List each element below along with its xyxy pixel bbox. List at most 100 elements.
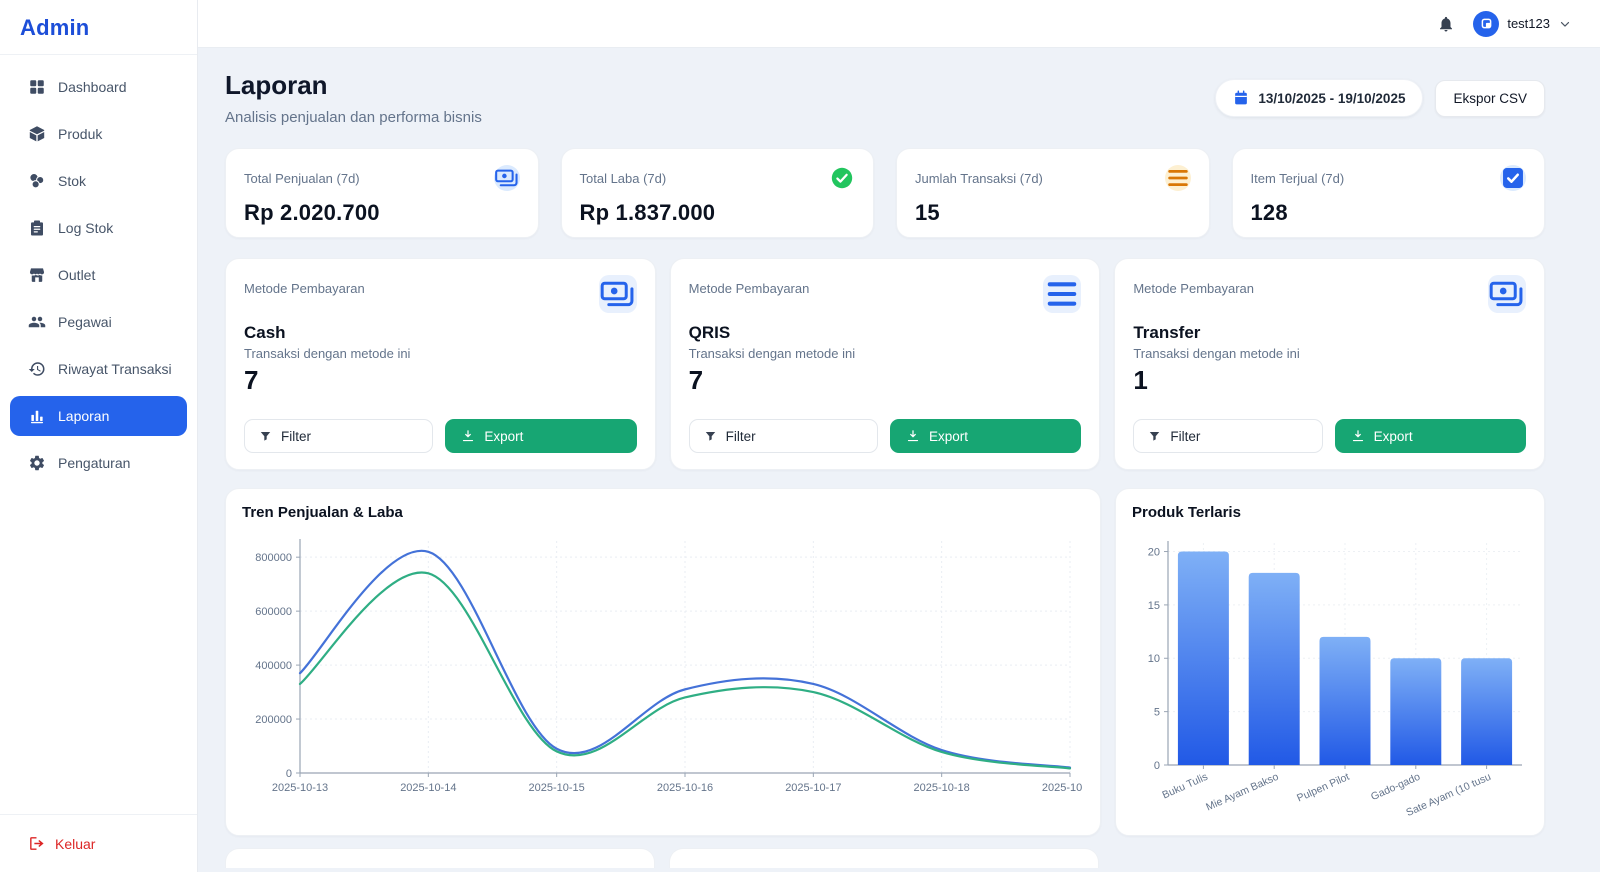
sidebar-nav: Dashboard Produk Stok Log Stok Outlet Pe… <box>0 55 197 814</box>
stat-card-total-laba: Total Laba (7d) Rp 1.837.000 <box>561 148 875 238</box>
top-products-bar-chart: 05101520Buku TulisMie Ayam BaksoPulpen P… <box>1132 529 1530 829</box>
download-icon <box>1351 429 1365 443</box>
charts-row: Tren Penjualan & Laba 020000040000060000… <box>225 488 1545 836</box>
stat-value: 15 <box>915 200 1191 226</box>
payment-method-name: QRIS <box>689 323 1082 343</box>
sidebar-item-log-stok[interactable]: Log Stok <box>10 208 187 248</box>
stat-value: Rp 1.837.000 <box>580 200 856 226</box>
export-label: Export <box>1374 429 1413 444</box>
notifications-bell-icon[interactable] <box>1437 15 1455 33</box>
partial-card <box>225 848 655 868</box>
stat-card-jumlah-transaksi: Jumlah Transaksi (7d) 15 <box>896 148 1210 238</box>
list-icon <box>1165 165 1191 191</box>
sidebar-item-pegawai[interactable]: Pegawai <box>10 302 187 342</box>
gear-icon <box>28 454 46 472</box>
payment-method-count: 7 <box>244 365 637 396</box>
payment-method-name: Transfer <box>1133 323 1526 343</box>
banknote-icon <box>494 165 520 191</box>
date-range-label: 13/10/2025 - 19/10/2025 <box>1258 91 1405 106</box>
export-label: Export <box>484 429 523 444</box>
filter-button[interactable]: Filter <box>689 419 878 453</box>
svg-text:Gado-gado: Gado-gado <box>1369 771 1422 803</box>
payment-card-label: Metode Pembayaran <box>1133 275 1254 296</box>
user-menu[interactable]: test123 <box>1473 11 1572 37</box>
payment-card-label: Metode Pembayaran <box>244 275 365 296</box>
chevron-down-icon <box>1558 17 1572 31</box>
store-icon <box>28 266 46 284</box>
stat-value: Rp 2.020.700 <box>244 200 520 226</box>
sidebar-item-label: Produk <box>58 126 102 142</box>
svg-text:200000: 200000 <box>255 714 292 726</box>
topbar: test123 <box>198 0 1600 48</box>
stat-value: 128 <box>1251 200 1527 226</box>
payment-card-qris: Metode Pembayaran QRIS Transaksi dengan … <box>670 258 1101 470</box>
svg-text:Buku Tulis: Buku Tulis <box>1160 771 1209 802</box>
funnel-icon <box>1148 430 1161 443</box>
clipboard-icon <box>28 219 46 237</box>
payment-card-cash: Metode Pembayaran Cash Transaksi dengan … <box>225 258 656 470</box>
sidebar-item-label: Stok <box>58 173 86 189</box>
partial-card <box>669 848 1099 868</box>
filter-label: Filter <box>281 429 311 444</box>
logout-button[interactable]: Keluar <box>10 829 187 858</box>
sidebar-item-label: Outlet <box>58 267 95 283</box>
payment-method-count: 7 <box>689 365 1082 396</box>
sidebar-item-dashboard[interactable]: Dashboard <box>10 67 187 107</box>
svg-text:Pulpen Pilot: Pulpen Pilot <box>1295 771 1351 805</box>
sidebar-item-label: Dashboard <box>58 79 127 95</box>
svg-text:2025-10-19: 2025-10-19 <box>1042 782 1082 794</box>
funnel-icon <box>704 430 717 443</box>
filter-button[interactable]: Filter <box>244 419 433 453</box>
page-title: Laporan <box>225 70 482 101</box>
export-button[interactable]: Export <box>890 419 1081 453</box>
svg-text:20: 20 <box>1148 546 1160 558</box>
svg-text:2025-10-16: 2025-10-16 <box>657 782 713 794</box>
stat-label: Jumlah Transaksi (7d) <box>915 171 1043 186</box>
sidebar-item-outlet[interactable]: Outlet <box>10 255 187 295</box>
export-button[interactable]: Export <box>1335 419 1526 453</box>
svg-text:400000: 400000 <box>255 660 292 672</box>
funnel-icon <box>259 430 272 443</box>
content: Laporan Analisis penjualan dan performa … <box>198 48 1600 872</box>
sidebar-item-label: Laporan <box>58 408 109 424</box>
sidebar-item-pengaturan[interactable]: Pengaturan <box>10 443 187 483</box>
stat-label: Total Laba (7d) <box>580 171 667 186</box>
list-icon <box>1043 275 1081 313</box>
sidebar-item-produk[interactable]: Produk <box>10 114 187 154</box>
check-circle-icon <box>829 165 855 191</box>
calendar-icon <box>1233 90 1249 106</box>
coins-icon <box>28 172 46 190</box>
export-csv-button[interactable]: Ekspor CSV <box>1435 80 1545 117</box>
svg-text:800000: 800000 <box>255 552 292 564</box>
dashboard-icon <box>28 78 46 96</box>
sales-trend-card: Tren Penjualan & Laba 020000040000060000… <box>225 488 1101 836</box>
sidebar-item-stok[interactable]: Stok <box>10 161 187 201</box>
sidebar-item-riwayat-transaksi[interactable]: Riwayat Transaksi <box>10 349 187 389</box>
payment-method-description: Transaksi dengan metode ini <box>1133 346 1526 361</box>
history-icon <box>28 360 46 378</box>
date-range-picker[interactable]: 13/10/2025 - 19/10/2025 <box>1215 79 1423 117</box>
payment-method-name: Cash <box>244 323 637 343</box>
sidebar-footer: Keluar <box>0 814 197 872</box>
main-area: test123 Laporan Analisis penjualan dan p… <box>198 0 1600 872</box>
svg-text:15: 15 <box>1148 600 1160 612</box>
svg-text:0: 0 <box>286 768 292 780</box>
export-button[interactable]: Export <box>445 419 636 453</box>
export-label: Export <box>929 429 968 444</box>
svg-text:2025-10-18: 2025-10-18 <box>914 782 970 794</box>
sidebar-item-laporan[interactable]: Laporan <box>10 396 187 436</box>
sidebar-item-label: Log Stok <box>58 220 113 236</box>
svg-text:2025-10-13: 2025-10-13 <box>272 782 328 794</box>
svg-text:10: 10 <box>1148 653 1160 665</box>
stat-label: Item Terjual (7d) <box>1251 171 1345 186</box>
filter-button[interactable]: Filter <box>1133 419 1322 453</box>
payment-method-count: 1 <box>1133 365 1526 396</box>
sidebar-item-label: Riwayat Transaksi <box>58 361 172 377</box>
partial-cards-row <box>225 848 1545 868</box>
payment-methods-row: Metode Pembayaran Cash Transaksi dengan … <box>225 258 1545 470</box>
svg-text:0: 0 <box>1154 760 1160 772</box>
package-icon <box>28 125 46 143</box>
username: test123 <box>1507 16 1550 31</box>
banknote-icon <box>599 275 637 313</box>
svg-text:2025-10-14: 2025-10-14 <box>400 782 456 794</box>
